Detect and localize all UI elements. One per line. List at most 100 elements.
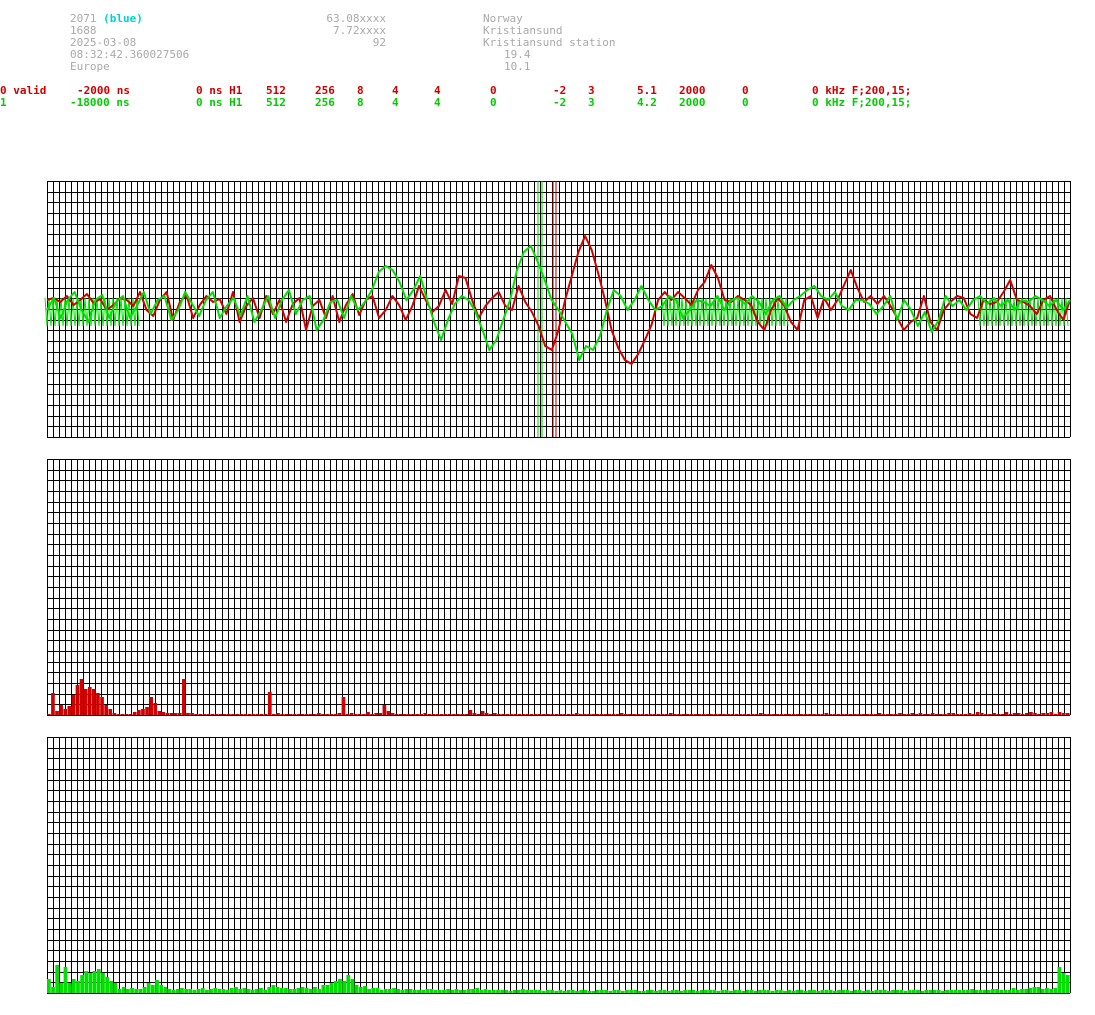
spectrum-red-bar xyxy=(1053,714,1058,715)
spectrum-red-bar xyxy=(403,714,407,715)
spectrum-green-bar xyxy=(400,990,405,993)
spectrum-green-bar xyxy=(146,983,151,993)
spectrum-green-bar xyxy=(554,991,559,993)
spectrum-red-bar xyxy=(984,714,988,715)
spectrum-red-bar xyxy=(722,714,726,715)
spectrum-green-bar xyxy=(196,989,201,993)
spectrum-red-bar xyxy=(214,714,219,715)
spectrum-green-bar xyxy=(704,990,708,993)
spectrum-green-bar xyxy=(550,990,554,993)
spectrum-green-bar xyxy=(920,991,925,993)
spectrum-red-bar xyxy=(120,714,125,715)
spectrum-green-bar xyxy=(491,990,496,993)
spectrum-green-bar xyxy=(911,990,916,993)
spectrum-green-bar xyxy=(342,981,347,993)
spectrum-red-bar xyxy=(153,703,158,715)
spectrum-red-bar xyxy=(648,714,653,715)
spectrum-green-bar xyxy=(712,990,717,993)
spectrum-red-bar xyxy=(296,714,301,715)
spectrum-red-bar xyxy=(1057,712,1062,715)
spectrum-red-bar xyxy=(967,713,972,715)
spectrum-green-bar xyxy=(462,990,467,993)
spectrum-green-bar xyxy=(1053,988,1058,993)
spectrum-red-bar xyxy=(787,714,792,715)
spectrum-green-bar xyxy=(832,991,837,993)
spectrum-red-bar xyxy=(566,714,571,715)
spectrum-green-bar xyxy=(1065,975,1070,993)
spectrum-red-bar xyxy=(546,714,550,715)
spectrum-red-bar xyxy=(930,713,935,715)
spectrum-red-bar xyxy=(525,714,530,715)
spectrum-red-bar xyxy=(623,714,628,715)
spectrum-green-bar xyxy=(808,990,812,993)
spectrum-red-bar xyxy=(137,710,141,715)
spectrum-green-bar xyxy=(433,990,438,993)
spectrum-red-bar xyxy=(415,714,419,715)
spectrum-green-bar xyxy=(533,990,538,993)
spectrum-red-bar xyxy=(1024,713,1029,715)
spectrum-red-bar xyxy=(341,697,346,715)
spectrum-red-bar xyxy=(771,714,775,715)
spectrum-red-bar xyxy=(894,714,898,715)
spectrum-red-bar xyxy=(844,714,849,715)
spectrum-green-bar xyxy=(379,990,384,993)
spectrum-green-bar xyxy=(961,990,966,993)
spectrum-red-bar xyxy=(263,714,268,715)
spectrum-red-bar xyxy=(51,693,55,715)
spectrum-red-bar xyxy=(452,714,456,715)
spectrum-green-bar xyxy=(537,990,542,993)
spectrum-red-bar xyxy=(509,714,514,715)
spectrum-green-bar xyxy=(487,990,492,993)
spectrum-green-bar xyxy=(1015,990,1020,993)
spectrum-green-bar xyxy=(753,991,758,993)
spectrum-red-bar xyxy=(750,714,755,715)
spectrum-red-bar xyxy=(628,714,632,715)
spectrum-green-bar xyxy=(745,990,750,993)
spectrum-red-bar xyxy=(333,714,338,715)
spectrum-red-bar xyxy=(484,713,489,715)
spectrum-green-bar xyxy=(729,991,733,993)
spectrum-red-bar xyxy=(1004,712,1009,715)
spectrum-red-bar xyxy=(198,714,203,715)
spectrum-red-bar xyxy=(570,714,575,715)
spectrum-green-bar xyxy=(953,990,958,993)
spectrum-green-bar xyxy=(562,991,567,993)
spectrum-red-bar xyxy=(746,714,751,715)
spectrum-green-bar xyxy=(171,990,176,993)
charts-canvas xyxy=(44,181,1071,994)
spectrum-red-bar xyxy=(407,714,411,715)
spectrum-green-bar xyxy=(254,989,259,993)
spectrum-red-bar xyxy=(611,714,616,715)
spectrum-green-bar xyxy=(816,991,821,993)
spectrum-red-bar xyxy=(1045,713,1050,715)
spectrum-red-bar xyxy=(1000,714,1005,715)
spectrum-green-bar xyxy=(367,989,371,993)
spectrum-red-bar xyxy=(934,714,939,715)
spectrum-red-bar xyxy=(476,714,481,715)
spectrum-green-bar xyxy=(308,989,313,993)
spectrum-red-bar xyxy=(988,714,992,715)
spectrum-green-bar xyxy=(862,991,866,993)
spectrum-green-bar xyxy=(687,990,692,993)
spectrum-green-bar xyxy=(454,989,459,993)
spectrum-green-bar xyxy=(479,990,484,993)
spectrum-green-bar xyxy=(982,990,987,993)
spectrum-green-bar xyxy=(408,989,413,993)
spectrum-green-bar xyxy=(242,988,247,993)
spectrum-red-bar xyxy=(943,714,947,715)
spectrum-red-bar xyxy=(979,713,984,715)
spectrum-green-bar xyxy=(121,987,126,993)
spectrum-red-bar xyxy=(1049,712,1054,715)
spectrum-red-bar xyxy=(615,714,620,715)
spectrum-green-bar xyxy=(221,989,226,993)
spectrum-red-bar xyxy=(767,714,771,715)
spectrum-green-bar xyxy=(134,989,139,993)
spectrum-green-bar xyxy=(945,990,949,993)
spectrum-red-bar xyxy=(357,714,362,715)
spectrum-green-bar xyxy=(1011,988,1016,993)
spectrum-red-bar xyxy=(325,714,329,715)
spectrum-green-bar xyxy=(724,990,729,993)
spectrum-green-bar xyxy=(778,990,783,993)
spectrum-green-bar xyxy=(870,991,875,993)
spectrum-green-bar xyxy=(966,990,970,993)
